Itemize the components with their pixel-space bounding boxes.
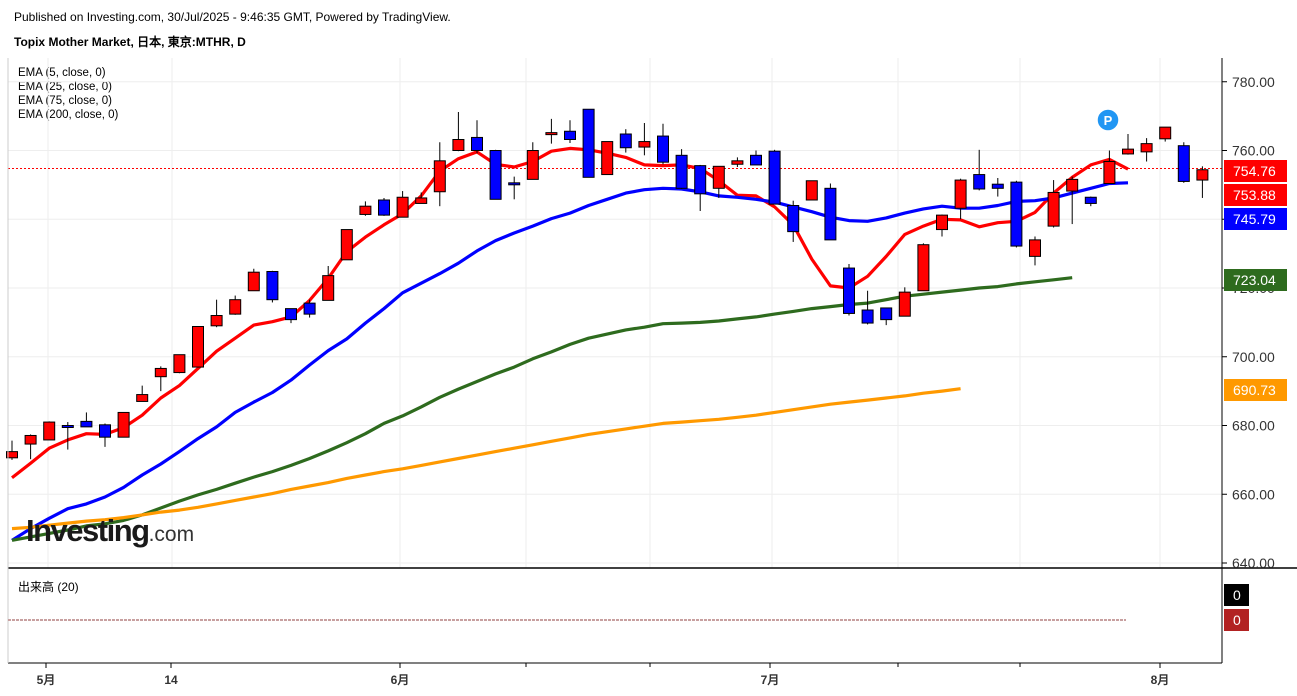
candle-body [936, 214, 948, 231]
candle-body [861, 309, 874, 324]
candle-body [564, 130, 576, 140]
candle-body [991, 183, 1004, 189]
price-tag-label: 754.76 [1233, 163, 1276, 179]
candle-body [694, 165, 707, 195]
candle-body [917, 244, 930, 292]
candle-body [359, 205, 372, 215]
candle-body [154, 367, 167, 378]
candle-body [619, 133, 632, 149]
candle-body [396, 196, 409, 218]
price-tag-label: 690.73 [1233, 382, 1276, 398]
candle-body [285, 308, 297, 321]
candle-body [489, 150, 502, 200]
candle-body [545, 132, 558, 136]
candle-body [303, 302, 316, 315]
price-chart[interactable]: 640.00660.00680.00700.00720.00740.00760.… [0, 0, 1297, 696]
x-tick-label: 7月 [761, 673, 780, 687]
candle-body [675, 154, 688, 189]
x-tick-label: 8月 [1151, 673, 1170, 687]
p-marker[interactable]: P [1096, 108, 1120, 132]
candle-body [43, 421, 56, 441]
candle-body [582, 108, 595, 178]
candle-body [1066, 178, 1079, 192]
candle-body [1177, 145, 1190, 182]
y-tick-label: 660.00 [1232, 486, 1275, 502]
candle-body [824, 187, 837, 241]
axes: 640.00660.00680.00700.00720.00740.00760.… [7, 58, 1297, 687]
candle-body [415, 197, 428, 204]
price-tag-label: 745.79 [1233, 211, 1276, 227]
candle-body [378, 199, 390, 216]
candle-body [452, 139, 465, 151]
candle-body [1047, 191, 1060, 227]
candle-body [471, 136, 483, 151]
y-tick-label: 760.00 [1232, 143, 1275, 159]
investing-logo: Investing.com [26, 513, 194, 549]
candle-body [843, 267, 855, 314]
candle-body [1084, 196, 1097, 204]
y-tick-label: 680.00 [1232, 418, 1275, 434]
candle-body [173, 354, 186, 374]
candle-body [1122, 148, 1134, 155]
candle-body [638, 141, 651, 148]
candle-body [508, 182, 521, 186]
candle-body [1103, 161, 1116, 184]
candle-body [973, 174, 986, 190]
ema-line [11, 276, 1073, 542]
candle-body [210, 315, 223, 327]
candle-body [24, 434, 37, 445]
candle-body [433, 160, 446, 193]
price-tag-label: 723.04 [1233, 272, 1276, 288]
candle-body [954, 179, 967, 209]
candle-body [80, 420, 93, 428]
candle-body [1140, 143, 1153, 153]
candle-body [601, 141, 614, 176]
ema-line [11, 387, 961, 531]
grid-lines [8, 58, 1222, 568]
candle-body [526, 150, 539, 180]
candle-body [117, 411, 130, 438]
y-tick-label: 700.00 [1232, 349, 1275, 365]
candle-body [136, 394, 149, 402]
x-tick-label: 5月 [37, 673, 56, 687]
candle-body [1196, 169, 1209, 181]
candle-body [768, 150, 781, 205]
x-tick-label: 6月 [391, 673, 410, 687]
candle-body [1010, 181, 1023, 247]
candle-body [61, 425, 74, 428]
y-tick-label: 780.00 [1232, 74, 1275, 90]
candle-body [266, 271, 279, 301]
candle-body [247, 271, 260, 292]
logo-main: Investing [26, 513, 150, 548]
candle-body [787, 205, 800, 233]
candlesticks [6, 108, 1209, 460]
x-tick-label: 14 [164, 673, 178, 687]
candle-body [1029, 239, 1041, 257]
logo-suffix: .com [148, 523, 195, 546]
volume-label: 出来高 (20) [18, 580, 79, 594]
volume-tag-label: 0 [1233, 587, 1241, 603]
candle-body [192, 326, 204, 368]
volume-tag-label: 0 [1233, 612, 1241, 628]
candle-body [322, 275, 335, 301]
candle-body [898, 291, 911, 317]
candle-body [1159, 126, 1172, 140]
y-tick-label: 640.00 [1232, 555, 1275, 571]
candle-body [99, 424, 111, 438]
candle-body [731, 160, 744, 165]
candle-body [880, 307, 893, 321]
candle-body [340, 229, 353, 261]
candle-body [805, 180, 818, 201]
p-marker-label: P [1104, 113, 1113, 128]
candle-body [750, 154, 762, 166]
candle-body [712, 165, 725, 189]
candle-body [657, 135, 669, 163]
candle-body [229, 299, 242, 315]
price-tag-label: 753.88 [1233, 187, 1276, 203]
